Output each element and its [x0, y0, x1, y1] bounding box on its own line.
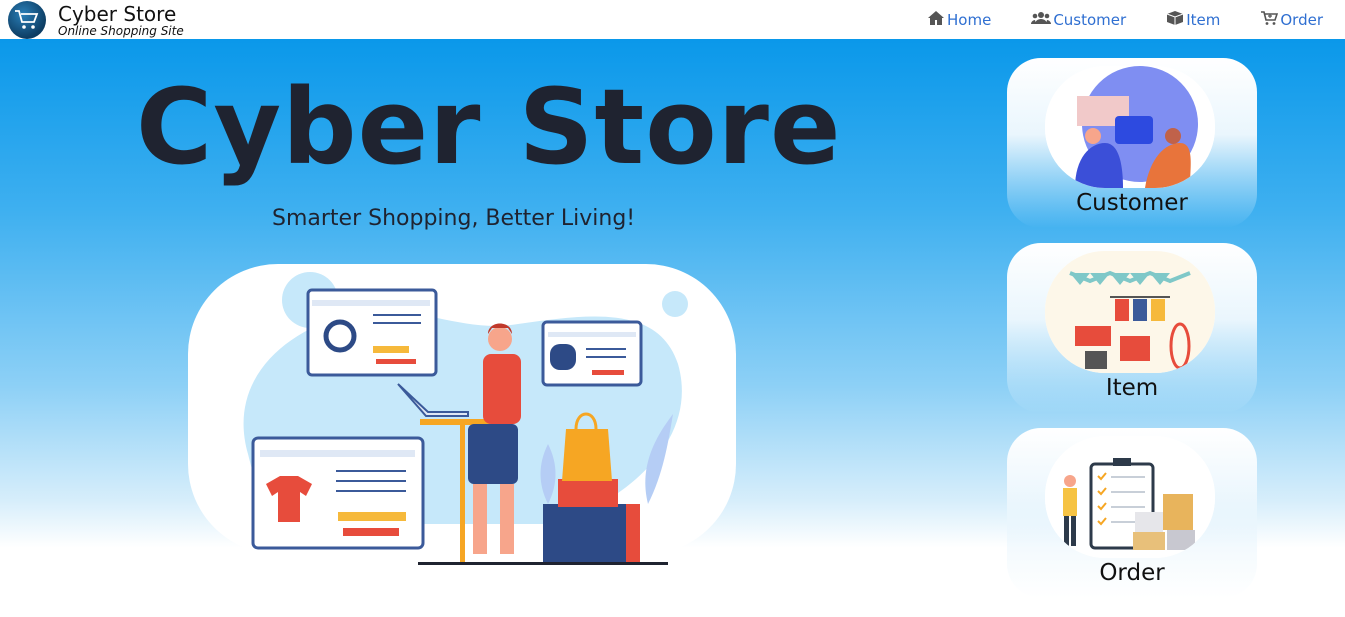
cart-logo-icon — [8, 1, 46, 39]
order-card[interactable]: Order — [1007, 428, 1257, 598]
item-illustration — [1045, 251, 1215, 373]
customer-card[interactable]: Customer — [1007, 58, 1257, 228]
nav-order-label: Order — [1280, 11, 1323, 29]
customer-card-label: Customer — [1076, 190, 1188, 216]
order-card-label: Order — [1099, 560, 1165, 586]
cart-icon — [1260, 10, 1280, 30]
nav-customer[interactable]: Customer — [1031, 10, 1126, 30]
item-card-label: Item — [1105, 375, 1159, 401]
users-icon — [1031, 11, 1053, 29]
nav-order[interactable]: Order — [1260, 10, 1323, 30]
box-icon — [1166, 10, 1186, 30]
brand[interactable]: Cyber Store Online Shopping Site — [8, 1, 184, 39]
nav-menu: Home Customer Item Order — [887, 10, 1323, 30]
shopping-illustration — [188, 264, 736, 568]
item-card[interactable]: Item — [1007, 243, 1257, 413]
hero-tagline: Smarter Shopping, Better Living! — [272, 206, 636, 231]
brand-title: Cyber Store — [58, 2, 177, 26]
home-icon — [927, 10, 947, 30]
nav-home-label: Home — [947, 11, 992, 29]
nav-item-label: Item — [1186, 11, 1221, 29]
nav-home[interactable]: Home — [927, 10, 991, 30]
hero-title: Cyber Store — [136, 66, 842, 188]
brand-subtitle: Online Shopping Site — [58, 24, 184, 38]
customer-illustration — [1045, 66, 1215, 188]
order-illustration — [1045, 436, 1215, 558]
nav-item[interactable]: Item — [1166, 10, 1220, 30]
nav-customer-label: Customer — [1053, 11, 1127, 29]
top-navbar: Cyber Store Online Shopping Site Home Cu… — [0, 0, 1345, 39]
